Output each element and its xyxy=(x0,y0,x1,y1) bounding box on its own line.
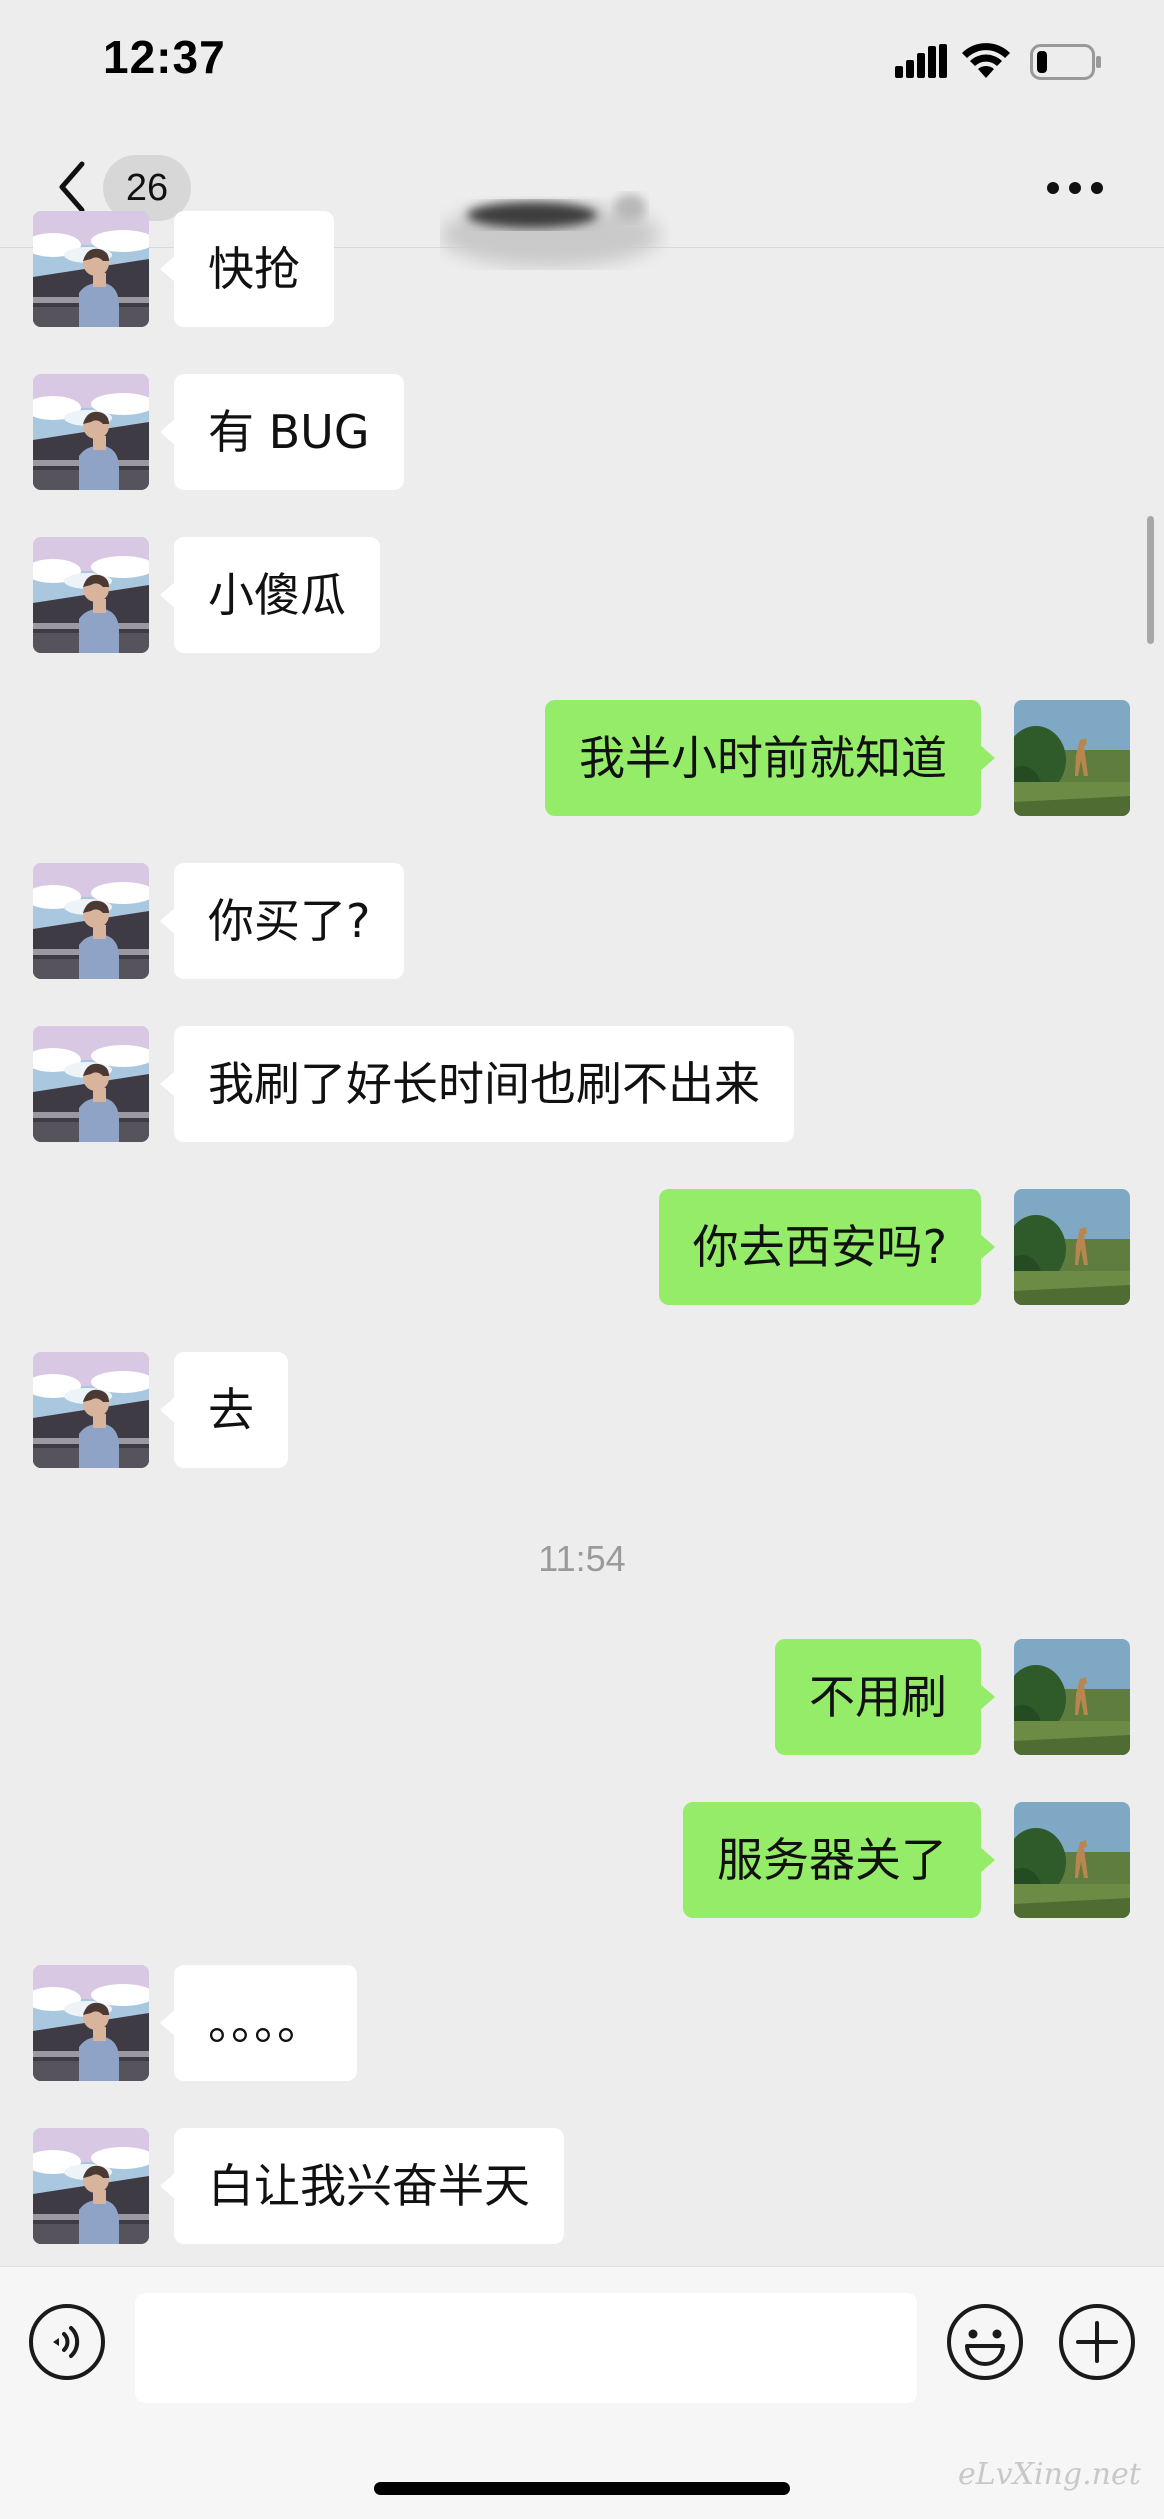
contact-avatar[interactable] xyxy=(33,211,149,327)
message-bubble[interactable]: 小傻瓜 xyxy=(160,537,380,653)
voice-icon[interactable] xyxy=(28,2303,106,2381)
message-received: 白让我兴奋半天 xyxy=(0,2128,1164,2244)
my-avatar[interactable] xyxy=(1014,1802,1130,1918)
message-bubble[interactable]: 我刷了好长时间也刷不出来 xyxy=(160,1026,794,1142)
contact-avatar[interactable] xyxy=(33,374,149,490)
contact-avatar[interactable] xyxy=(33,1352,149,1468)
message-received: 去 xyxy=(0,1352,1164,1468)
my-avatar[interactable] xyxy=(1014,700,1130,816)
message-bubble[interactable]: 去 xyxy=(160,1352,288,1468)
message-sent: 服务器关了 xyxy=(0,1802,1164,1918)
signal-icon xyxy=(895,44,947,78)
my-avatar[interactable] xyxy=(1014,1639,1130,1755)
message-received: 小傻瓜 xyxy=(0,537,1164,653)
more-dots-icon[interactable] xyxy=(1046,180,1104,196)
message-bubble[interactable]: 。。。。 xyxy=(160,1965,357,2081)
message-bubble[interactable]: 你买了? xyxy=(159,863,405,979)
message-received: 。。。。 xyxy=(0,1965,1164,2081)
message-received: 你买了? xyxy=(0,863,1164,979)
contact-avatar[interactable] xyxy=(33,863,149,979)
contact-avatar[interactable] xyxy=(33,1026,149,1142)
home-indicator[interactable] xyxy=(374,2482,790,2495)
wifi-icon xyxy=(962,43,1010,78)
message-bubble[interactable]: 我半小时前就知道 xyxy=(545,700,995,816)
watermark-logo: eLvXing.net xyxy=(958,2457,1141,2492)
message-sent: 不用刷 xyxy=(0,1639,1164,1755)
message-sent: 你去西安吗? xyxy=(0,1189,1164,1305)
contact-avatar[interactable] xyxy=(33,1965,149,2081)
message-timestamp: 11:54 xyxy=(538,1538,626,1579)
contact-avatar[interactable] xyxy=(33,537,149,653)
status-time: 12:37 xyxy=(103,31,226,83)
message-received: 有 BUG xyxy=(0,374,1164,490)
my-avatar[interactable] xyxy=(1014,1189,1130,1305)
message-bubble[interactable]: 服务器关了 xyxy=(683,1802,995,1918)
message-bubble[interactable]: 快抢 xyxy=(160,211,334,327)
chevron-left-icon[interactable] xyxy=(52,158,92,216)
status-bar: 12:37 xyxy=(0,0,1164,130)
message-received: 快抢 xyxy=(0,211,1164,327)
emoji-icon[interactable] xyxy=(946,2303,1024,2381)
message-input[interactable] xyxy=(135,2293,917,2403)
message-sent: 我半小时前就知道 xyxy=(0,700,1164,816)
message-bubble[interactable]: 白让我兴奋半天 xyxy=(160,2128,564,2244)
plus-icon[interactable] xyxy=(1058,2303,1136,2381)
message-received: 我刷了好长时间也刷不出来 xyxy=(0,1026,1164,1142)
contact-avatar[interactable] xyxy=(33,2128,149,2244)
message-bubble[interactable]: 你去西安吗? xyxy=(658,1189,996,1305)
message-bubble[interactable]: 不用刷 xyxy=(775,1639,995,1755)
battery-icon xyxy=(1030,44,1101,80)
message-bubble[interactable]: 有 BUG xyxy=(160,374,404,490)
